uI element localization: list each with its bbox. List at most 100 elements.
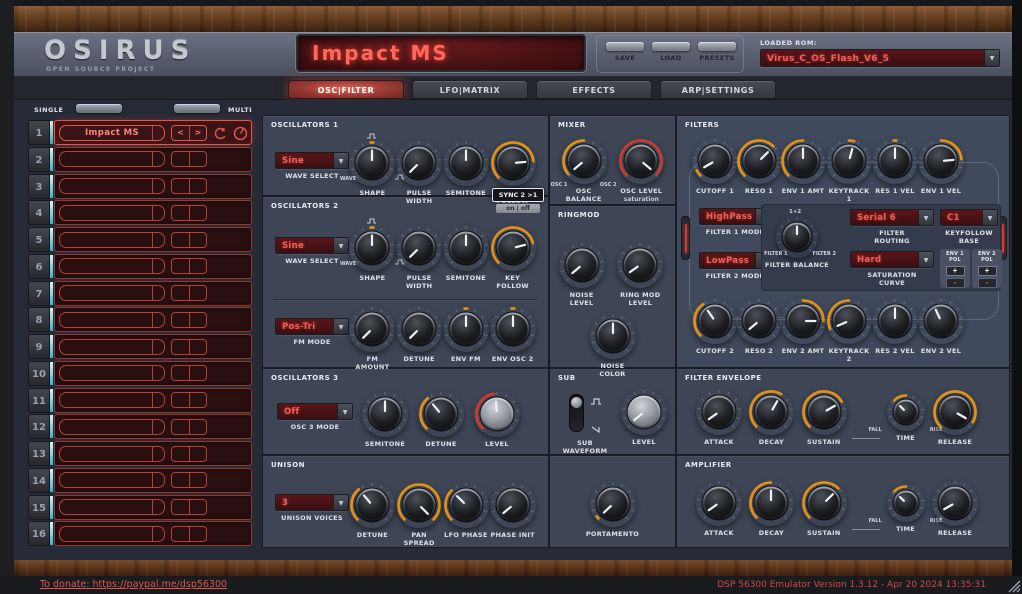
noise-color-knob[interactable]	[590, 313, 636, 359]
part-slot[interactable]	[54, 495, 252, 520]
load-button[interactable]	[652, 42, 690, 51]
osc3-detune-knob[interactable]	[418, 391, 464, 437]
part-slot[interactable]	[54, 174, 252, 199]
amp-time-knob[interactable]	[887, 484, 925, 522]
part-name-field[interactable]	[59, 392, 165, 408]
cutoff2-knob[interactable]	[692, 298, 738, 344]
fm-amount-knob[interactable]	[349, 306, 395, 352]
env2-amt-knob[interactable]	[780, 298, 826, 344]
part-name-field[interactable]	[59, 446, 165, 462]
part-name-field[interactable]	[59, 285, 165, 301]
donate-link[interactable]: To donate: https://paypal.me/dsp56300	[40, 579, 227, 590]
fenv-release-knob[interactable]	[932, 389, 978, 435]
fenv-attack-knob[interactable]	[696, 389, 742, 435]
portamento-knob[interactable]	[590, 481, 636, 527]
part-number[interactable]: 14	[28, 468, 50, 493]
part-number[interactable]: 2	[28, 147, 50, 172]
part-number[interactable]: 5	[28, 227, 50, 252]
part-number[interactable]: 1	[28, 120, 50, 145]
keyfollow-base-dropdown[interactable]: C1 ▼	[940, 209, 998, 226]
osc2-shape-knob[interactable]	[349, 225, 395, 271]
cutoff1-knob[interactable]	[692, 138, 738, 184]
part-name-field[interactable]	[59, 232, 165, 248]
amp-decay-knob[interactable]	[748, 480, 794, 526]
part-number[interactable]: 4	[28, 200, 50, 225]
part-name-field[interactable]	[59, 472, 165, 488]
chevron-down-icon[interactable]: ▼	[984, 50, 999, 66]
part-name-field[interactable]	[59, 419, 165, 435]
env-osc2-knob[interactable]	[490, 306, 536, 352]
chevron-down-icon[interactable]: ▼	[333, 319, 348, 334]
osc3-semitone-knob[interactable]	[362, 391, 408, 437]
part-slot[interactable]	[54, 414, 252, 439]
part-number[interactable]: 8	[28, 307, 50, 332]
part-slot[interactable]	[54, 227, 252, 252]
chevron-down-icon[interactable]: ▼	[337, 404, 352, 419]
next-preset-button[interactable]: >	[189, 126, 206, 140]
env1-amt-knob[interactable]	[780, 138, 826, 184]
part-slot[interactable]: Impact MS <>	[54, 120, 252, 145]
phase-init-knob[interactable]	[490, 482, 536, 528]
fm-detune-knob[interactable]	[396, 306, 442, 352]
res2-vel-knob[interactable]	[872, 298, 918, 344]
sub-waveform-switch[interactable]	[569, 394, 584, 432]
fenv-sustain-knob[interactable]	[801, 389, 847, 435]
chevron-down-icon[interactable]: ▼	[333, 153, 348, 168]
part-slot[interactable]	[54, 521, 252, 546]
osc1-semitone-knob[interactable]	[443, 140, 489, 186]
env-fm-knob[interactable]	[443, 306, 489, 352]
fenv-time-knob[interactable]	[887, 393, 925, 431]
part-number[interactable]: 9	[28, 334, 50, 359]
osc-balance-knob[interactable]	[561, 138, 607, 184]
chevron-down-icon[interactable]: ▼	[918, 210, 933, 225]
reso1-knob[interactable]	[736, 138, 782, 184]
sync-on-off-toggle[interactable]: on | off	[496, 204, 540, 213]
part-number[interactable]: 13	[28, 441, 50, 466]
part-slot[interactable]	[54, 307, 252, 332]
env1-pol-plus-button[interactable]: +	[946, 266, 965, 276]
part-name-field[interactable]	[59, 312, 165, 328]
save-button[interactable]	[606, 42, 644, 51]
env2-pol-minus-button[interactable]: -	[978, 278, 997, 288]
part-number[interactable]: 12	[28, 414, 50, 439]
part-number[interactable]: 11	[28, 388, 50, 413]
osc3-level-knob[interactable]	[474, 391, 520, 437]
osc1-shape-knob[interactable]	[349, 140, 395, 186]
preset-name-display[interactable]: Impact MS	[296, 34, 586, 72]
part-number[interactable]: 15	[28, 495, 50, 520]
part-number[interactable]: 10	[28, 361, 50, 386]
part-pan-knob-icon[interactable]	[232, 125, 249, 142]
part-number[interactable]: 3	[28, 174, 50, 199]
single-button[interactable]	[76, 104, 122, 113]
part-name-field[interactable]	[59, 205, 165, 221]
osc1-key-follow-knob[interactable]	[490, 140, 536, 186]
env2-vel-knob[interactable]	[918, 298, 964, 344]
osc2-wave-dropdown[interactable]: Sine ▼	[275, 237, 349, 254]
osc2-semitone-knob[interactable]	[443, 225, 489, 271]
part-number[interactable]: 16	[28, 521, 50, 546]
amp-attack-knob[interactable]	[696, 480, 742, 526]
part-name-field[interactable]: Impact MS	[59, 125, 165, 141]
part-slot[interactable]	[54, 441, 252, 466]
osc2-pulse-width-knob[interactable]	[396, 225, 442, 271]
presets-button[interactable]	[698, 42, 736, 51]
osc2-key-follow-knob[interactable]	[490, 225, 536, 271]
keytrack2-knob[interactable]	[826, 298, 872, 344]
amp-release-knob[interactable]	[932, 480, 978, 526]
part-slot[interactable]	[54, 281, 252, 306]
part-name-field[interactable]	[59, 339, 165, 355]
amp-sustain-knob[interactable]	[801, 480, 847, 526]
multi-button[interactable]	[174, 104, 220, 113]
part-number[interactable]: 6	[28, 254, 50, 279]
part-slot[interactable]	[54, 361, 252, 386]
osc3-mode-dropdown[interactable]: Off ▼	[277, 403, 353, 420]
tab-effects[interactable]: EFFECTS	[536, 80, 652, 99]
unison-detune-knob[interactable]	[349, 482, 395, 528]
part-name-field[interactable]	[59, 151, 165, 167]
chevron-down-icon[interactable]: ▼	[918, 252, 933, 267]
part-name-field[interactable]	[59, 499, 165, 515]
fenv-decay-knob[interactable]	[748, 389, 794, 435]
tab-lfo-matrix[interactable]: LFO|MATRIX	[412, 80, 528, 99]
prev-preset-button[interactable]: <	[172, 126, 189, 140]
fm-mode-dropdown[interactable]: Pos-Tri ▼	[275, 318, 349, 335]
